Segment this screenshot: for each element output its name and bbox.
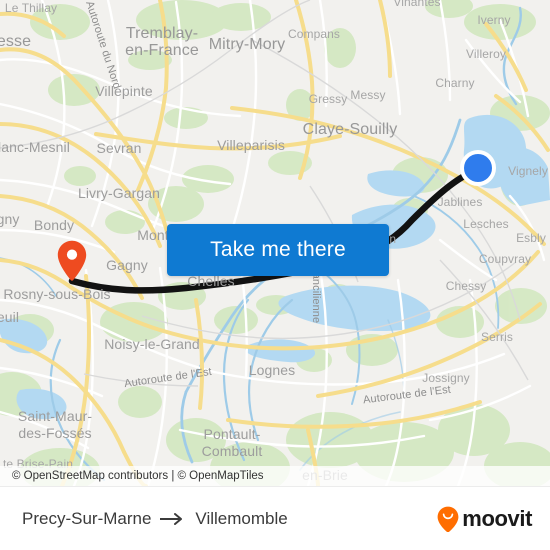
moovit-logo[interactable]: moovit — [437, 506, 532, 532]
arrow-right-icon — [160, 512, 183, 525]
moovit-pin-icon — [437, 506, 459, 532]
map-attribution[interactable]: © OpenStreetMap contributors | © OpenMap… — [0, 466, 550, 486]
moovit-wordmark: moovit — [462, 505, 532, 531]
origin-marker-icon[interactable] — [57, 240, 87, 282]
take-me-there-button[interactable]: Take me there — [167, 224, 389, 276]
route-origin-label: Precy-Sur-Marne — [22, 508, 152, 528]
footer-bar: Precy-Sur-Marne Villemomble moovit — [0, 486, 550, 550]
map-viewport[interactable]: Le Thillay Tremblay-en-France Mitry-Mory Co… — [0, 0, 550, 486]
destination-marker-icon[interactable] — [460, 150, 496, 186]
route-summary: Precy-Sur-Marne Villemomble — [22, 509, 288, 529]
map-screen: Le Thillay Tremblay-en-France Mitry-Mory Co… — [0, 0, 550, 550]
route-destination-label: Villemomble — [195, 508, 288, 528]
